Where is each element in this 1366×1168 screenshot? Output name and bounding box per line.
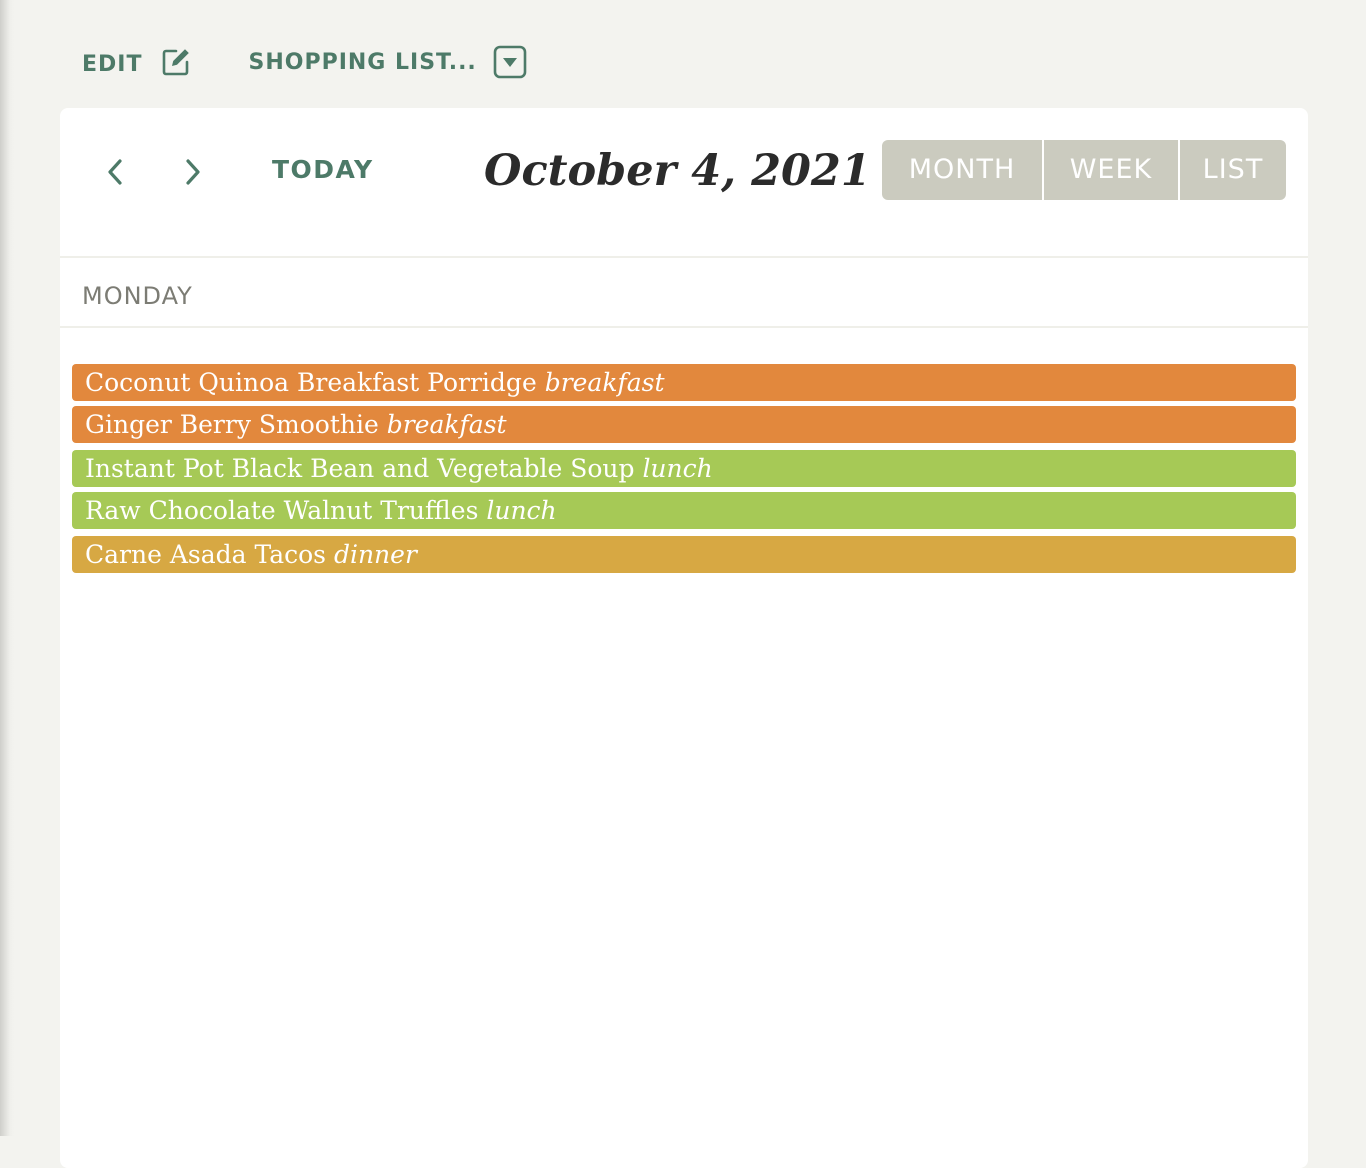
day-header: MONDAY: [82, 282, 193, 310]
chevron-right-icon: [186, 159, 200, 185]
calendar-event[interactable]: Carne Asada Tacos dinner: [72, 536, 1296, 573]
edit-pencil-icon: [160, 46, 192, 78]
edit-button[interactable]: EDIT: [82, 46, 192, 78]
event-name: Coconut Quinoa Breakfast Porridge: [85, 368, 537, 397]
week-view-button[interactable]: WEEK: [1042, 140, 1178, 200]
day-divider: [60, 326, 1308, 328]
next-day-button[interactable]: [174, 154, 210, 190]
event-meal-type: dinner: [333, 540, 417, 569]
calendar-event[interactable]: Ginger Berry Smoothie breakfast: [72, 406, 1296, 443]
calendar-event[interactable]: Coconut Quinoa Breakfast Porridge breakf…: [72, 364, 1296, 401]
chevron-left-icon: [108, 159, 122, 185]
shopping-list-label: SHOPPING LIST...: [248, 49, 477, 75]
today-button[interactable]: TODAY: [272, 150, 374, 190]
event-meal-type: lunch: [486, 496, 557, 525]
header-divider: [60, 256, 1308, 258]
top-toolbar: EDIT SHOPPING LIST...: [82, 40, 527, 84]
shopping-list-dropdown[interactable]: SHOPPING LIST...: [248, 45, 527, 79]
calendar-title: October 4, 2021: [484, 146, 871, 196]
event-name: Raw Chocolate Walnut Truffles: [85, 496, 479, 525]
calendar-card: TODAY October 4, 2021 MONTH WEEK LIST MO…: [60, 108, 1308, 1168]
event-meal-type: lunch: [642, 454, 713, 483]
previous-day-button[interactable]: [98, 154, 134, 190]
calendar-event[interactable]: Raw Chocolate Walnut Truffles lunch: [72, 492, 1296, 529]
window-left-edge: [0, 0, 14, 1136]
dropdown-caret-icon: [493, 45, 527, 79]
month-view-button[interactable]: MONTH: [882, 140, 1042, 200]
event-name: Carne Asada Tacos: [85, 540, 326, 569]
edit-label: EDIT: [82, 51, 143, 77]
view-switcher: MONTH WEEK LIST: [882, 140, 1286, 200]
event-name: Ginger Berry Smoothie: [85, 410, 379, 439]
event-meal-type: breakfast: [544, 368, 665, 397]
event-meal-type: breakfast: [386, 410, 507, 439]
event-name: Instant Pot Black Bean and Vegetable Sou…: [85, 454, 635, 483]
calendar-event[interactable]: Instant Pot Black Bean and Vegetable Sou…: [72, 450, 1296, 487]
list-view-button[interactable]: LIST: [1178, 140, 1286, 200]
